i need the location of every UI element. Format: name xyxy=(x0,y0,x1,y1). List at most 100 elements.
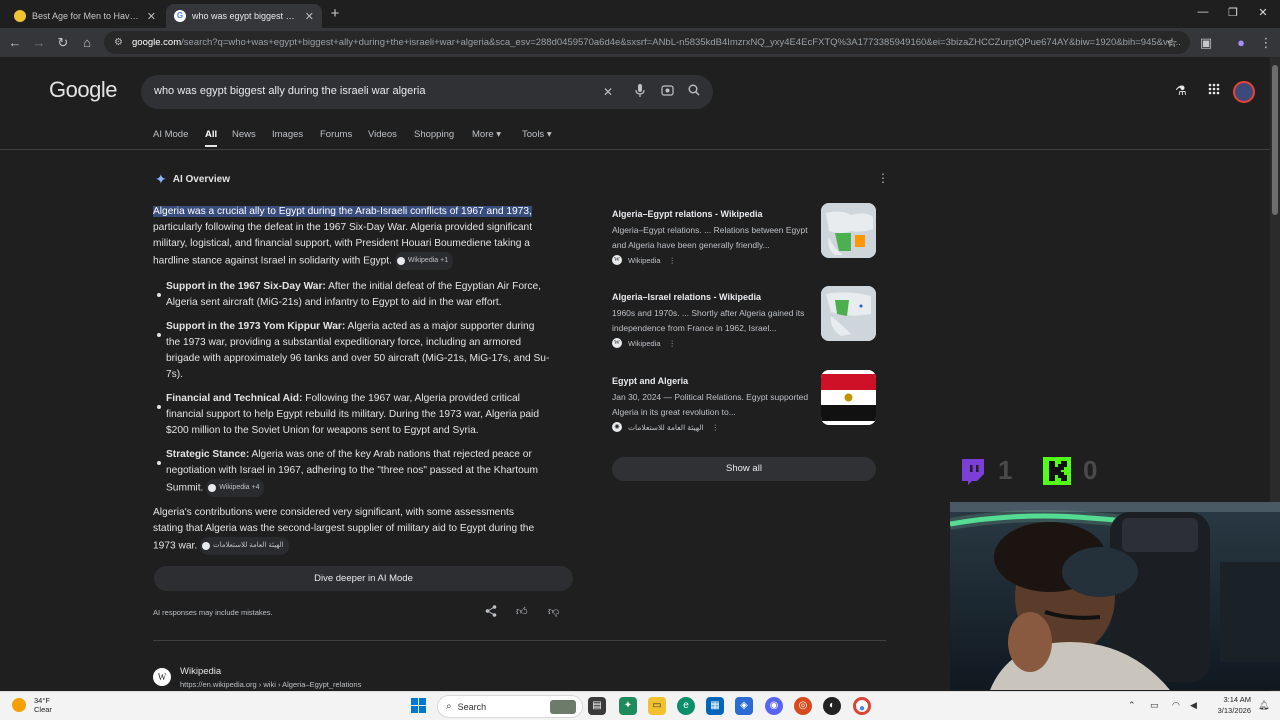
microphone-icon[interactable] xyxy=(632,84,648,100)
maximize-icon[interactable]: ❐ xyxy=(1223,6,1243,19)
search-icon[interactable] xyxy=(686,84,702,100)
share-icon[interactable] xyxy=(485,605,497,620)
source-title[interactable]: Algeria–Egypt relations - Wikipedia xyxy=(612,209,812,219)
map-thumbnail[interactable] xyxy=(821,286,876,341)
source-site: الهيئة العامة للاستعلامات xyxy=(628,422,704,432)
search-input[interactable]: who was egypt biggest ally during the is… xyxy=(154,85,425,97)
apps-grid-icon[interactable] xyxy=(1208,83,1220,98)
address-bar[interactable]: ⚙ google.com/search?q=who+was+egypt+bigg… xyxy=(104,31,1190,54)
weather-icon xyxy=(12,698,26,712)
bullet-text: 7s). xyxy=(166,369,183,380)
citation-label: Wikipedia +1 xyxy=(407,257,449,264)
source-title[interactable]: Algeria–Israel relations - Wikipedia xyxy=(612,292,812,302)
clear-icon[interactable]: ✕ xyxy=(600,84,616,100)
volume-icon[interactable]: ◀ xyxy=(1190,700,1197,711)
close-tab-icon[interactable]: ✕ xyxy=(305,10,314,23)
taskbar-search[interactable]: ⌕ Search xyxy=(437,695,583,718)
menu-icon[interactable]: ⋮ xyxy=(1257,34,1275,52)
file-explorer-icon[interactable]: ▭ xyxy=(648,697,666,715)
source-snippet: Algeria–Egypt relations. ... Relations b… xyxy=(612,225,808,250)
more-options-icon[interactable]: ⋮ xyxy=(669,256,677,265)
labs-flask-icon[interactable]: ⚗ xyxy=(1175,83,1187,99)
weather-widget[interactable]: 34°F Clear xyxy=(12,696,52,714)
map-thumbnail[interactable] xyxy=(821,203,876,258)
tab-all[interactable]: All xyxy=(205,129,217,140)
minimize-icon[interactable]: — xyxy=(1193,6,1213,18)
app-icon[interactable]: ◎ xyxy=(794,697,812,715)
google-logo[interactable]: Google xyxy=(49,77,117,103)
bullet-text: Algeria acted as a major supporter durin… xyxy=(345,321,535,332)
network-icon[interactable]: ▭ xyxy=(1150,700,1159,711)
wifi-icon[interactable]: ◠ xyxy=(1172,700,1180,711)
app-icon[interactable]: ◈ xyxy=(735,697,753,715)
intro-line: military, logistical, and financial supp… xyxy=(153,238,530,249)
reload-icon[interactable]: ↻ xyxy=(54,34,72,52)
start-button[interactable] xyxy=(411,698,427,714)
app-icon[interactable]: ◐ xyxy=(823,697,841,715)
camera-lens-icon[interactable] xyxy=(659,84,675,100)
kick-count: 0 xyxy=(1083,455,1098,485)
tab-forums[interactable]: Forums xyxy=(320,129,352,140)
site-info-icon[interactable]: ⚙ xyxy=(114,37,126,48)
task-view-icon[interactable]: ▤ xyxy=(588,697,606,715)
chrome-icon[interactable]: ● xyxy=(853,697,871,715)
show-all-button[interactable]: Show all xyxy=(612,457,876,481)
citation-chip[interactable]: الهيئة العامة للاستعلامات xyxy=(200,537,289,555)
tab-more[interactable]: More ▾ xyxy=(472,129,501,140)
tab-google-search[interactable]: G who was egypt biggest ally du ✕ xyxy=(166,4,322,28)
thumbs-down-icon[interactable]: 👎︎ xyxy=(548,605,559,618)
source-site: Wikipedia xyxy=(628,255,661,265)
weather-temp: 34°F xyxy=(34,696,50,705)
result-url[interactable]: https://en.wikipedia.org › wiki › Algeri… xyxy=(180,680,361,689)
source-title[interactable]: Egypt and Algeria xyxy=(612,376,812,386)
forward-icon[interactable]: → xyxy=(30,34,48,52)
tab-videos[interactable]: Videos xyxy=(368,129,397,140)
tab-images[interactable]: Images xyxy=(272,129,303,140)
close-window-icon[interactable]: ✕ xyxy=(1253,6,1273,19)
citation-chip[interactable]: Wikipedia +4 xyxy=(206,479,265,497)
discord-icon[interactable]: ◉ xyxy=(765,697,783,715)
tab-news[interactable]: News xyxy=(232,129,256,140)
chevron-up-icon[interactable]: ⌃ xyxy=(1128,700,1136,711)
result-site-name[interactable]: Wikipedia xyxy=(180,666,221,677)
source-card[interactable]: Algeria–Egypt relations - Wikipedia Alge… xyxy=(612,203,876,279)
thumbs-up-icon[interactable]: 👍︎ xyxy=(516,605,528,618)
search-highlight-image xyxy=(550,699,576,714)
bullet-text: Algeria was one of the key Arab nations … xyxy=(249,449,532,460)
sidebar-icon[interactable]: ▣ xyxy=(1197,34,1215,52)
google-favicon-icon: G xyxy=(174,10,186,22)
bullet-title: Financial and Technical Aid: xyxy=(166,393,303,404)
new-tab-button[interactable]: + xyxy=(326,5,344,23)
store-icon[interactable]: ▦ xyxy=(706,697,724,715)
source-icon: ◉ xyxy=(612,422,622,432)
scrollbar-thumb[interactable] xyxy=(1272,65,1278,215)
ai-bullet-financial: Financial and Technical Aid: Following t… xyxy=(166,391,586,439)
wikipedia-icon: W xyxy=(153,668,171,686)
windows-taskbar: 34°F Clear ⌕ Search ▤ ✦ ▭ e ▦ ◈ ◉ ◎ ◐ ● ⌃… xyxy=(0,691,1280,720)
more-options-icon[interactable]: ⋮ xyxy=(669,339,677,348)
search-box[interactable]: who was egypt biggest ally during the is… xyxy=(141,75,713,109)
notification-bell-icon[interactable]: 🔔︎ xyxy=(1258,700,1269,711)
profile-icon[interactable]: ● xyxy=(1232,34,1250,52)
app-icon[interactable]: ✦ xyxy=(619,697,637,715)
citation-chip[interactable]: Wikipedia +1 xyxy=(394,252,454,270)
tab-ai-mode[interactable]: AI Mode xyxy=(153,129,188,140)
taskbar-clock[interactable]: 3:14 AM 3/13/2026 xyxy=(1207,694,1251,716)
more-options-icon[interactable]: ⋮ xyxy=(877,171,889,185)
egypt-flag-thumbnail[interactable] xyxy=(821,370,876,425)
source-card[interactable]: Egypt and Algeria Jan 30, 2024 — Politic… xyxy=(612,370,876,446)
close-tab-icon[interactable]: ✕ xyxy=(147,10,156,23)
account-avatar[interactable] xyxy=(1233,81,1255,103)
source-card[interactable]: Algeria–Israel relations - Wikipedia 196… xyxy=(612,286,876,362)
edge-icon[interactable]: e xyxy=(677,697,695,715)
tab-shopping[interactable]: Shopping xyxy=(414,129,454,140)
dive-deeper-ai-mode-button[interactable]: Dive deeper in AI Mode xyxy=(154,566,573,591)
bullet-dot xyxy=(157,405,161,409)
tab-best-age[interactable]: Best Age for Men to Have Kids ✕ xyxy=(6,4,164,28)
more-options-icon[interactable]: ⋮ xyxy=(712,423,720,432)
tools-button[interactable]: Tools ▾ xyxy=(522,129,552,140)
home-icon[interactable]: ⌂ xyxy=(78,34,96,52)
back-icon[interactable]: ← xyxy=(6,34,24,52)
bookmark-star-icon[interactable]: ☆ xyxy=(1163,34,1181,52)
wikipedia-icon: W xyxy=(612,255,622,265)
